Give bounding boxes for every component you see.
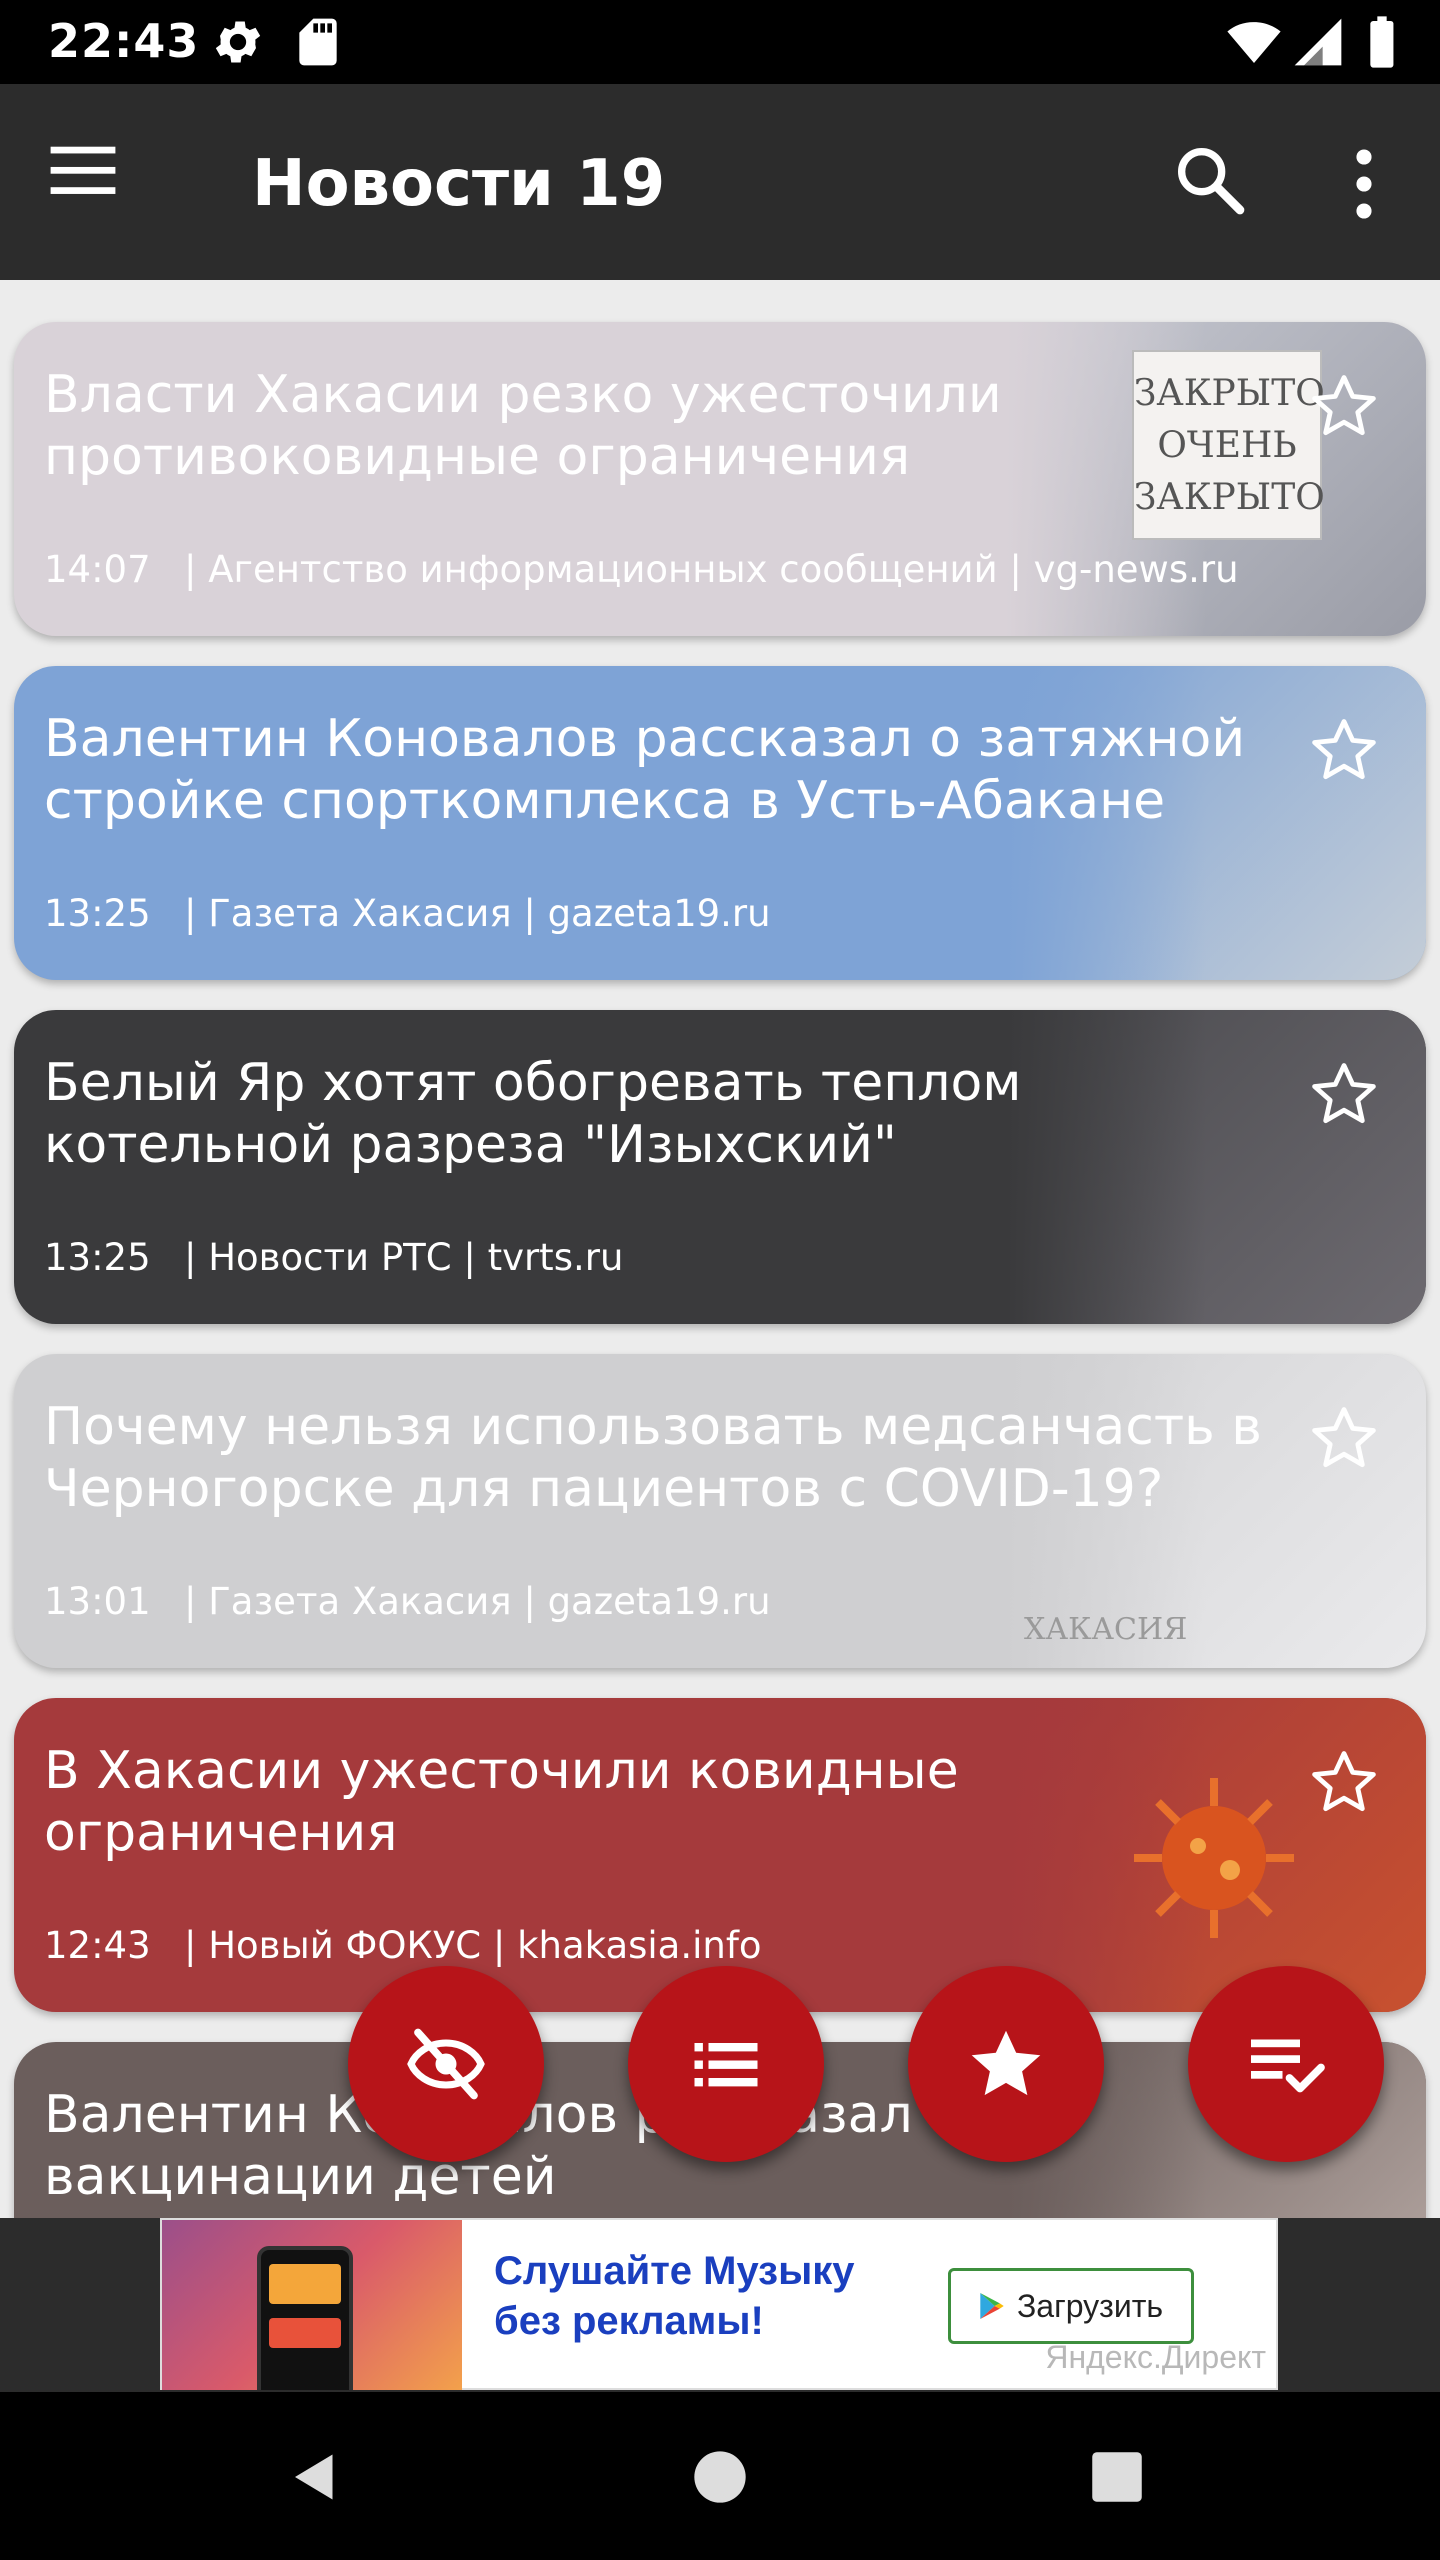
gear-icon — [210, 14, 266, 70]
star-outline-icon — [1312, 1407, 1376, 1468]
news-headline: Валентин Коновалов рассказал о затяжной … — [44, 709, 1246, 831]
news-headline: В Хакасии ужесточили ковидные ограничени… — [44, 1741, 959, 1863]
app-toolbar: Новости 19 — [0, 84, 1440, 280]
favorite-button[interactable] — [1308, 1402, 1380, 1474]
favorite-button[interactable] — [1308, 1746, 1380, 1818]
news-source: | Новый ФОКУС | khakasia.info — [184, 1924, 762, 1967]
news-headline: Почему нельзя использовать медсанчасть в… — [44, 1397, 1262, 1519]
news-card[interactable]: В Хакасии ужесточили ковидные ограничени… — [14, 1698, 1426, 2012]
thumb-caption: ХАКАСИЯ — [1024, 1612, 1188, 1647]
list-icon — [694, 2043, 758, 2087]
list-view-fab[interactable] — [628, 1966, 824, 2162]
news-feed[interactable]: ЗАКРЫТО ОЧЕНЬ ЗАКРЫТО Власти Хакасии рез… — [0, 280, 1440, 2218]
news-meta: 13:25 | Газета Хакасия | gazeta19.ru — [44, 892, 771, 936]
star-outline-icon — [1312, 719, 1376, 780]
star-icon — [971, 2030, 1041, 2096]
menu-icon — [50, 146, 116, 194]
star-outline-icon — [1312, 1063, 1376, 1124]
ad-image — [162, 2220, 462, 2390]
back-button[interactable] — [270, 2432, 360, 2522]
sd-card-icon — [290, 14, 346, 70]
star-outline-icon — [1312, 1751, 1376, 1812]
ad-download-button[interactable]: Загрузить — [948, 2268, 1194, 2344]
ad-headline: Слушайте Музыку без рекламы! — [494, 2249, 855, 2343]
recents-icon — [1092, 2452, 1142, 2502]
status-time: 22:43 — [48, 14, 200, 68]
news-time: 13:01 — [44, 1580, 151, 1623]
recents-button[interactable] — [1072, 2432, 1162, 2522]
phone-image — [257, 2246, 353, 2390]
favorites-fab[interactable] — [908, 1966, 1104, 2162]
ad-banner[interactable]: Слушайте Музыку без рекламы! Загрузить Я… — [160, 2218, 1278, 2390]
ad-cta-label: Загрузить — [1016, 2287, 1164, 2324]
news-time: 13:25 — [44, 892, 151, 935]
news-meta: 13:25 | Новости РТС | tvrts.ru — [44, 1236, 623, 1280]
hide-read-fab[interactable] — [348, 1966, 544, 2162]
more-options-button[interactable] — [1336, 140, 1392, 230]
news-card[interactable]: Белый Яр хотят обогревать теплом котельн… — [14, 1010, 1426, 1324]
signal-icon — [1290, 14, 1346, 70]
news-headline: Власти Хакасии резко ужесточили противок… — [44, 365, 1002, 487]
news-time: 14:07 — [44, 548, 151, 591]
page-title: Новости 19 — [252, 147, 666, 221]
news-card[interactable]: ЗАКРЫТО ОЧЕНЬ ЗАКРЫТО Власти Хакасии рез… — [14, 322, 1426, 636]
search-icon — [1178, 148, 1245, 215]
back-icon — [295, 2454, 333, 2500]
battery-icon — [1354, 14, 1410, 70]
favorite-button[interactable] — [1308, 1058, 1380, 1130]
news-card[interactable]: ХАКАСИЯ Почему нельзя использовать медса… — [14, 1354, 1426, 1668]
app-screen: 22:43 Новости 19 ЗАКРЫТО ОЧЕНЬ ЗАКРЫТО В… — [0, 0, 1440, 2560]
news-time: 12:43 — [44, 1924, 151, 1967]
status-bar: 22:43 — [0, 0, 1440, 84]
favorite-button[interactable] — [1308, 714, 1380, 786]
ad-bar: Слушайте Музыку без рекламы! Загрузить Я… — [0, 2218, 1440, 2392]
news-source: | Газета Хакасия | gazeta19.ru — [184, 892, 771, 935]
eye-off-icon — [407, 2028, 485, 2100]
system-nav-bar — [0, 2392, 1440, 2560]
news-card[interactable]: Валентин Коновалов рассказал о затяжной … — [14, 666, 1426, 980]
ad-source: Яндекс.Директ — [1045, 2339, 1266, 2375]
news-meta: 13:01 | Газета Хакасия | gazeta19.ru — [44, 1580, 771, 1624]
news-source: | Газета Хакасия | gazeta19.ru — [184, 1580, 771, 1623]
home-button[interactable] — [675, 2432, 765, 2522]
playlist-check-icon — [1251, 2039, 1325, 2093]
home-icon — [694, 2451, 746, 2503]
mark-read-fab[interactable] — [1188, 1966, 1384, 2162]
google-play-icon — [980, 2293, 1004, 2319]
wifi-icon — [1226, 14, 1282, 70]
news-source: | Агентство информационных сообщений | v… — [184, 548, 1239, 591]
search-button[interactable] — [1170, 140, 1260, 230]
more-vert-icon — [1356, 149, 1372, 219]
news-headline: Белый Яр хотят обогревать теплом котельн… — [44, 1053, 1022, 1175]
favorite-button[interactable] — [1308, 370, 1380, 442]
menu-button[interactable] — [50, 144, 146, 224]
news-meta: 14:07 | Агентство информационных сообщени… — [44, 548, 1239, 592]
news-meta: 12:43 | Новый ФОКУС | khakasia.info — [44, 1924, 762, 1968]
news-time: 13:25 — [44, 1236, 151, 1279]
news-source: | Новости РТС | tvrts.ru — [184, 1236, 624, 1279]
star-outline-icon — [1312, 375, 1376, 436]
